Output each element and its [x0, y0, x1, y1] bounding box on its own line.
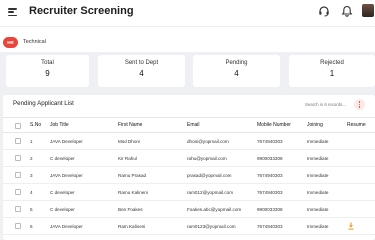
stat-value: 4	[139, 69, 144, 78]
col-first-name: First Name	[118, 122, 143, 128]
cell-sno: 6	[30, 223, 33, 229]
row-checkbox[interactable]	[15, 206, 21, 212]
resume-download-icon[interactable]	[348, 222, 354, 230]
stat-label: Pending	[225, 60, 248, 66]
search-input[interactable]: Search in 6 records...	[300, 99, 352, 109]
more-options-icon[interactable]	[354, 99, 365, 110]
table-row[interactable]: 5 C developer Ben Foakes Foakes.abc@yopm…	[3, 201, 375, 218]
stat-label: Total	[41, 60, 54, 66]
notification-bell-icon[interactable]	[341, 5, 353, 17]
cell-job-title: JAVA Developer	[50, 223, 83, 229]
cell-mobile: 7674940303	[257, 189, 283, 195]
stat-label: Sent to Dept	[124, 60, 159, 66]
table-header: S.No Job Title First Name Email Mobile N…	[3, 117, 375, 133]
cell-email: ram0123@yopmail.com	[187, 223, 236, 229]
col-email: Email	[187, 122, 200, 128]
cell-first-name: Ben Foakes	[118, 206, 143, 212]
cell-first-name: Ram Kalineni	[118, 223, 146, 229]
cell-sno: 5	[30, 206, 33, 212]
col-resume: Resume	[347, 122, 366, 128]
row-checkbox[interactable]	[15, 223, 21, 229]
cell-first-name: Ramu Prasad	[118, 172, 147, 178]
col-sno: S.No	[30, 122, 42, 128]
row-checkbox[interactable]	[15, 155, 21, 161]
cell-job-title: C developer	[50, 189, 75, 195]
stat-card-total: Total 9	[6, 55, 89, 87]
stat-card-sent-to-dept: Sent to Dept 4	[98, 55, 185, 87]
cell-sno: 3	[30, 172, 33, 178]
cell-job-title: C developer	[50, 155, 75, 161]
select-all-checkbox[interactable]	[15, 123, 21, 129]
cell-sno: 4	[30, 189, 33, 195]
panel-title: Pending Applicant List	[13, 100, 74, 107]
tab-technical[interactable]: Technical	[23, 39, 46, 45]
col-mobile: Mobile Number	[257, 122, 291, 128]
cell-sno: 2	[30, 155, 33, 161]
col-joining: Joining	[307, 122, 323, 128]
cell-mobile: 9900033308	[257, 206, 283, 212]
cell-joining: Immediate	[307, 172, 329, 178]
stat-value: 4	[234, 69, 239, 78]
stat-card-pending: Pending 4	[193, 55, 280, 87]
stat-card-rejected: Rejected 1	[289, 55, 375, 87]
cell-email: Foakes.abc@yopmail.com	[187, 206, 242, 212]
row-checkbox[interactable]	[15, 138, 21, 144]
cell-email: rahu@yopmail.com	[187, 155, 227, 161]
cell-first-name: Kir Rahul	[118, 155, 137, 161]
table-row[interactable]: 3 JAVA Developer Ramu Prasad prasad@yopm…	[3, 167, 375, 184]
table-row[interactable]: 6 JAVA Developer Ram Kalineni ram0123@yo…	[3, 218, 375, 235]
cell-job-title: C developer	[50, 206, 75, 212]
cell-sno: 1	[30, 138, 33, 144]
cell-joining: Immediate	[307, 189, 329, 195]
row-checkbox[interactable]	[15, 172, 21, 178]
cell-job-title: JAVA Developer	[50, 172, 83, 178]
top-bar: Recruiter Screening	[0, 0, 375, 26]
cell-job-title: JAVA Developer	[50, 138, 83, 144]
table-row[interactable]: 4 C developer Ramu Kalineni ram012@yopma…	[3, 184, 375, 201]
cell-joining: Immediate	[307, 223, 329, 229]
cell-joining: Immediate	[307, 206, 329, 212]
table-row[interactable]: 2 C developer Kir Rahul rahu@yopmail.com…	[3, 150, 375, 167]
cell-joining: Immediate	[307, 155, 329, 161]
cell-mobile: 7674940303	[257, 172, 283, 178]
tab-bar: HR Technical	[0, 26, 375, 52]
cell-email: dhoni@yopmail.com	[187, 138, 229, 144]
cell-email: prasad@yopmail.com	[187, 172, 232, 178]
pending-applicant-panel: Pending Applicant List Search in 6 recor…	[3, 95, 375, 240]
cell-email: ram012@yopmail.com	[187, 189, 234, 195]
cell-mobile: 9900033308	[257, 155, 283, 161]
hamburger-menu-icon[interactable]	[8, 8, 17, 16]
headset-icon[interactable]	[318, 5, 330, 17]
row-checkbox[interactable]	[15, 189, 21, 195]
col-job-title: Job Title	[50, 122, 69, 128]
stats-cards: Total 9 Sent to Dept 4 Pending 4 Rejecte…	[0, 55, 375, 87]
stat-label: Rejected	[320, 60, 344, 66]
cell-mobile: 7674940303	[257, 223, 283, 229]
user-avatar[interactable]	[362, 4, 374, 17]
cell-first-name: Msd Dhoni	[118, 138, 140, 144]
stat-value: 9	[45, 69, 50, 78]
stat-value: 1	[329, 69, 335, 78]
table-row[interactable]: 1 JAVA Developer Msd Dhoni dhoni@yopmail…	[3, 133, 375, 150]
cell-mobile: 7674940303	[257, 138, 283, 144]
page-title: Recruiter Screening	[29, 5, 134, 17]
tab-hr[interactable]: HR	[3, 37, 18, 48]
cell-first-name: Ramu Kalineni	[118, 189, 148, 195]
cell-joining: Immediate	[307, 138, 329, 144]
